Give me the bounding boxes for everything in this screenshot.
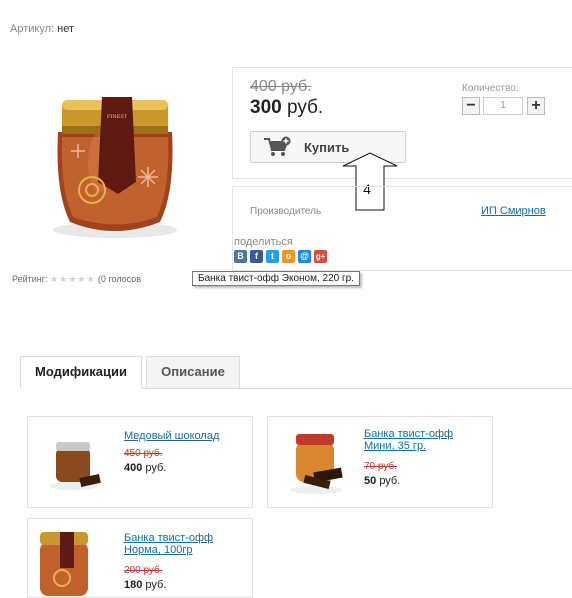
manufacturer-label: Производитель [250, 206, 322, 217]
tab-modifications[interactable]: Модификации [20, 356, 142, 389]
quantity-decrease-button[interactable]: − [462, 97, 480, 115]
mailru-icon[interactable]: @ [298, 250, 311, 263]
vk-icon[interactable]: B [234, 250, 247, 263]
modification-old-price: 200 руб. [124, 565, 163, 576]
modification-old-price: 450 руб. [124, 448, 163, 459]
modification-price: 180 руб. [124, 579, 166, 591]
modification-price-currency: руб. [379, 475, 401, 487]
rating: Рейтинг: ★★★★★ (0 голосов [12, 274, 141, 285]
googleplus-icon[interactable]: g+ [314, 250, 327, 263]
price-number: 300 [250, 97, 282, 118]
modification-image[interactable] [36, 528, 94, 596]
twitter-icon[interactable]: t [266, 250, 279, 263]
modification-title[interactable]: Медовый шоколад [124, 430, 219, 442]
modification-image[interactable] [284, 426, 350, 496]
sku-line: Артикул: нет [10, 23, 74, 35]
rating-votes: (0 голосов [97, 274, 142, 284]
facebook-icon[interactable]: f [250, 250, 263, 263]
modification-price-number: 180 [124, 579, 143, 591]
tab-description[interactable]: Описание [146, 356, 240, 389]
cart-icon [264, 136, 291, 156]
product-image[interactable]: FINEST [40, 82, 190, 240]
quantity-increase-button[interactable]: + [527, 97, 545, 115]
current-price: 300 руб. [250, 97, 323, 119]
modification-price: 400 руб. [124, 462, 166, 474]
modification-image[interactable] [44, 434, 106, 492]
share-label: поделиться [234, 236, 293, 248]
price-currency: руб. [286, 97, 324, 118]
odnoklassniki-icon[interactable]: o [282, 250, 295, 263]
modification-title-line[interactable]: Норма, 100гр [124, 544, 213, 556]
modification-price: 50 руб. [364, 475, 400, 487]
manufacturer-link[interactable]: ИП Смирнов [481, 205, 546, 217]
sku-value: нет [57, 23, 75, 35]
tooltip: Банка твист-офф Эконом, 220 гр. [192, 271, 360, 286]
old-price: 400 руб. [250, 78, 312, 95]
modification-title-line[interactable]: Банка твист-офф [124, 532, 213, 544]
modification-price-number: 400 [124, 462, 143, 474]
modification-title[interactable]: Банка твист-офф Норма, 100гр [124, 532, 213, 556]
modification-title[interactable]: Банка твист-офф Мини, 35 гр. [364, 428, 453, 452]
modification-price-currency: руб. [145, 579, 167, 591]
svg-text:FINEST: FINEST [107, 114, 128, 120]
rating-stars[interactable]: ★★★★★ [50, 274, 95, 284]
quantity-label: Количество: [462, 83, 519, 94]
modification-old-price: 70 руб. [364, 461, 397, 472]
modification-title-line[interactable]: Банка твист-офф [364, 428, 453, 440]
sku-label: Артикул: [10, 23, 55, 35]
modification-price-number: 50 [364, 475, 377, 487]
rating-label: Рейтинг: [12, 274, 48, 284]
quantity-input[interactable]: 1 [483, 97, 523, 115]
modification-price-currency: руб. [145, 462, 167, 474]
modification-title-line[interactable]: Мини, 35 гр. [364, 440, 453, 452]
